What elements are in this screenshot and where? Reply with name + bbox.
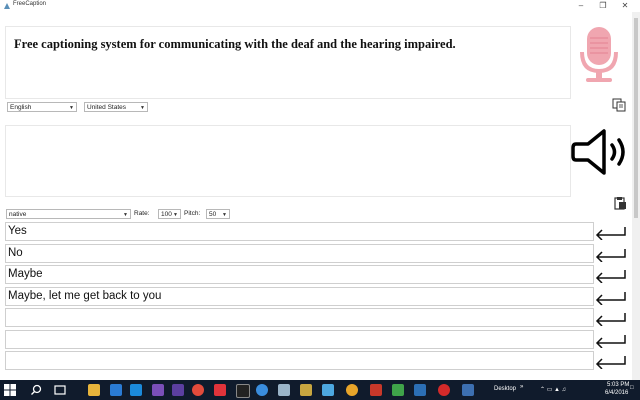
rate-select[interactable]: 100 ▼	[158, 209, 181, 219]
paint-icon[interactable]	[214, 384, 226, 396]
language-select[interactable]: English ▼	[7, 102, 77, 112]
language-value: English	[10, 104, 32, 111]
chevron-down-icon: ▼	[222, 212, 227, 218]
region-value: United States	[87, 104, 127, 111]
phrase-input[interactable]: Maybe	[5, 265, 594, 284]
enter-arrow-icon[interactable]	[594, 226, 628, 240]
notification-icon[interactable]: □	[630, 385, 634, 391]
phrase-input[interactable]: Maybe, let me get back to you	[5, 287, 594, 306]
enter-arrow-icon[interactable]	[594, 269, 628, 283]
chevron-down-icon: ▼	[173, 212, 178, 218]
edge-icon[interactable]	[110, 384, 122, 396]
desktop-label[interactable]: Desktop	[494, 386, 516, 392]
app-icon-blue[interactable]	[256, 384, 268, 396]
pitch-label: Pitch:	[184, 210, 201, 217]
phrase-input[interactable]: No	[5, 244, 594, 263]
tools-icon[interactable]	[300, 384, 312, 396]
app-icon	[4, 3, 10, 9]
freecaption-taskbar-icon[interactable]	[462, 384, 474, 396]
voice-select[interactable]: native ▼	[6, 209, 131, 219]
pitch-value: 50	[209, 211, 217, 218]
enter-arrow-icon[interactable]	[594, 312, 628, 326]
search-icon[interactable]	[30, 384, 42, 396]
region-select[interactable]: United States ▼	[84, 102, 148, 112]
file-explorer-icon[interactable]	[88, 384, 100, 396]
vertical-scrollbar[interactable]	[632, 12, 640, 380]
chevron-down-icon: ▼	[123, 212, 128, 218]
app-icon-darkblue[interactable]	[414, 384, 426, 396]
clock-date[interactable]: 6/4/2016	[605, 390, 628, 396]
tray-icons[interactable]: ⌃ ▭ ▲ ♫	[540, 386, 566, 393]
phrase-input[interactable]	[5, 351, 594, 370]
app-icon-orange[interactable]	[346, 384, 358, 396]
chevron-up-icon[interactable]: »	[520, 384, 523, 390]
maximize-button[interactable]: ❐	[592, 0, 614, 12]
title-bar: FreeCaption – ❐ ✕	[0, 0, 640, 12]
enter-arrow-icon[interactable]	[594, 355, 628, 369]
enter-arrow-icon[interactable]	[594, 248, 628, 262]
enter-arrow-icon[interactable]	[594, 291, 628, 305]
task-view-icon[interactable]	[54, 384, 66, 396]
windows-start-icon[interactable]	[4, 384, 16, 396]
chrome-icon[interactable]	[192, 384, 204, 396]
enter-arrow-icon[interactable]	[594, 334, 628, 348]
chevron-down-icon: ▼	[140, 105, 145, 111]
voice-value: native	[9, 211, 27, 218]
rate-label: Rate:	[134, 210, 150, 217]
speaker-icon[interactable]	[570, 128, 630, 176]
terminal-icon[interactable]	[236, 384, 250, 398]
app-icon-gray[interactable]	[278, 384, 290, 396]
phrase-input[interactable]	[5, 330, 594, 349]
minimize-button[interactable]: –	[570, 0, 592, 12]
close-button[interactable]: ✕	[614, 0, 636, 12]
filezilla-icon[interactable]	[370, 384, 382, 396]
rate-value: 100	[161, 211, 172, 218]
store-icon[interactable]	[130, 384, 142, 396]
visual-studio-2-icon[interactable]	[172, 384, 184, 396]
chevron-down-icon: ▼	[69, 105, 74, 111]
paste-icon[interactable]	[613, 196, 627, 210]
caption-text: Free captioning system for communicating…	[14, 37, 456, 51]
scrollbar-thumb[interactable]	[634, 18, 638, 218]
microphone-icon[interactable]	[578, 26, 622, 84]
clock-time[interactable]: 5:03 PM	[607, 382, 629, 388]
window-title: FreeCaption	[13, 1, 47, 7]
phrase-input[interactable]: Yes	[5, 222, 594, 241]
app-icon-lightblue[interactable]	[322, 384, 334, 396]
copy-icon[interactable]	[612, 98, 626, 112]
speech-text-input[interactable]	[5, 125, 571, 197]
pitch-select[interactable]: 50 ▼	[206, 209, 230, 219]
opera-icon[interactable]	[438, 384, 450, 396]
caption-display[interactable]: Free captioning system for communicating…	[5, 26, 571, 99]
app-icon-green[interactable]	[392, 384, 404, 396]
visual-studio-icon[interactable]	[152, 384, 164, 396]
taskbar: Desktop » ⌃ ▭ ▲ ♫ 5:03 PM 6/4/2016 □	[0, 380, 640, 400]
phrase-input[interactable]	[5, 308, 594, 327]
